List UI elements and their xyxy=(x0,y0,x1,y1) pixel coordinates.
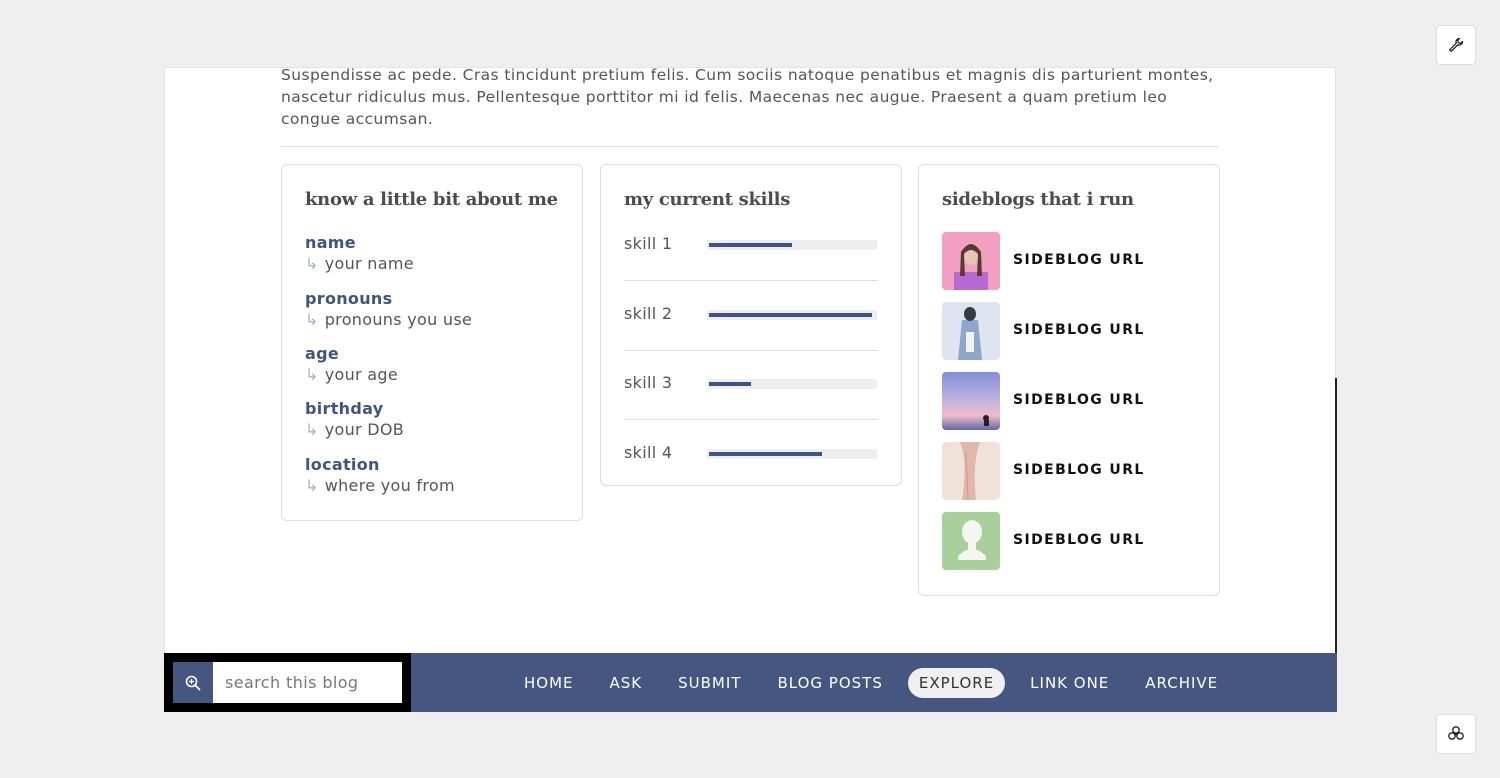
sideblog-link[interactable]: SIDEBLOG URL xyxy=(1013,322,1145,338)
arrow-icon: ↳ xyxy=(305,420,319,439)
search-box xyxy=(164,653,411,712)
skill-bar-fill xyxy=(709,382,751,386)
sideblog-thumbnail[interactable] xyxy=(942,232,1000,290)
skill-divider xyxy=(624,350,878,351)
intro-paragraph: Suspendisse ac pede. Cras tincidunt pret… xyxy=(281,66,1214,128)
skill-bar xyxy=(707,449,877,459)
arrow-icon: ↳ xyxy=(305,476,319,495)
field-value-text: your age xyxy=(324,365,398,384)
field-label: location xyxy=(305,455,380,474)
nav-submit[interactable]: SUBMIT xyxy=(678,674,741,692)
arrow-icon: ↳ xyxy=(305,365,319,384)
nav-blog-posts[interactable]: BLOG POSTS xyxy=(777,674,882,692)
wrench-icon[interactable] xyxy=(1436,25,1476,65)
page-edge-line xyxy=(1335,378,1337,654)
divider xyxy=(281,146,1219,147)
settings-icon[interactable] xyxy=(1436,714,1476,754)
sideblogs-card-title: sideblogs that i run xyxy=(942,189,1134,210)
arrow-icon: ↳ xyxy=(305,310,319,329)
field-label: age xyxy=(305,344,340,363)
field-value: ↳ where you from xyxy=(305,476,455,495)
sideblog-thumbnail[interactable] xyxy=(942,302,1000,360)
field-label: pronouns xyxy=(305,289,393,308)
skill-name: skill 2 xyxy=(624,304,673,323)
search-input[interactable] xyxy=(213,662,402,703)
field-label: birthday xyxy=(305,399,384,418)
about-field-age: age ↳ your age xyxy=(305,344,398,384)
sideblog-item[interactable]: SIDEBLOG URL xyxy=(942,372,1202,432)
nav-ask[interactable]: ASK xyxy=(610,674,643,692)
skill-bar-fill xyxy=(709,243,792,247)
sideblog-link[interactable]: SIDEBLOG URL xyxy=(1013,252,1145,268)
skill-name: skill 4 xyxy=(624,443,673,462)
field-value-text: where you from xyxy=(324,476,455,495)
skills-card: my current skills skill 1 skill 2 skill … xyxy=(600,164,902,486)
about-field-name: name ↳ your name xyxy=(305,233,414,273)
page-container: Suspendisse ac pede. Cras tincidunt pret… xyxy=(164,66,1336,653)
skill-divider xyxy=(624,419,878,420)
nav-explore[interactable]: EXPLORE xyxy=(907,667,1006,698)
skill-row: skill 3 xyxy=(624,373,878,443)
skill-bar xyxy=(707,379,877,389)
sideblog-thumbnail[interactable] xyxy=(942,372,1000,430)
skill-bar-fill xyxy=(709,452,822,456)
about-card: know a little bit about me name ↳ your na… xyxy=(281,164,583,521)
skill-bar xyxy=(707,240,877,250)
sideblog-item[interactable]: SIDEBLOG URL xyxy=(942,302,1202,362)
sideblog-thumbnail[interactable] xyxy=(942,442,1000,500)
skills-card-title: my current skills xyxy=(624,189,791,210)
field-value: ↳ your DOB xyxy=(305,420,404,439)
skill-row: skill 1 xyxy=(624,234,878,304)
sideblogs-card: sideblogs that i run SIDEBLOG URL SIDEBL… xyxy=(918,164,1220,596)
sideblog-item[interactable]: SIDEBLOG URL xyxy=(942,442,1202,502)
arrow-icon: ↳ xyxy=(305,254,319,273)
nav-home[interactable]: HOME xyxy=(524,674,574,692)
sideblog-link[interactable]: SIDEBLOG URL xyxy=(1013,532,1145,548)
sideblog-item[interactable]: SIDEBLOG URL xyxy=(942,232,1202,292)
bottom-navbar: HOME ASK SUBMIT BLOG POSTS EXPLORE LINK … xyxy=(164,653,1337,712)
about-field-birthday: birthday ↳ your DOB xyxy=(305,399,404,439)
skill-name: skill 1 xyxy=(624,234,673,253)
skill-row: skill 4 xyxy=(624,443,878,513)
field-value: ↳ pronouns you use xyxy=(305,310,472,329)
field-value: ↳ your name xyxy=(305,254,414,273)
sideblog-link[interactable]: SIDEBLOG URL xyxy=(1013,392,1145,408)
about-field-pronouns: pronouns ↳ pronouns you use xyxy=(305,289,472,329)
skill-row: skill 2 xyxy=(624,304,878,374)
nav-archive[interactable]: ARCHIVE xyxy=(1145,674,1218,692)
about-card-title: know a little bit about me xyxy=(305,189,558,210)
field-value-text: pronouns you use xyxy=(324,310,473,329)
skill-name: skill 3 xyxy=(624,373,673,392)
field-value-text: your name xyxy=(324,254,414,273)
skill-bar-fill xyxy=(709,313,872,317)
sideblog-link[interactable]: SIDEBLOG URL xyxy=(1013,462,1145,478)
skill-divider xyxy=(624,280,878,281)
skill-bar xyxy=(707,310,877,320)
field-value-text: your DOB xyxy=(324,420,405,439)
field-value: ↳ your age xyxy=(305,365,398,384)
zoom-in-icon[interactable] xyxy=(173,662,213,703)
nav-link-one[interactable]: LINK ONE xyxy=(1030,674,1109,692)
field-label: name xyxy=(305,233,356,252)
about-field-location: location ↳ where you from xyxy=(305,455,455,495)
nav-links: HOME ASK SUBMIT BLOG POSTS EXPLORE LINK … xyxy=(524,653,1254,712)
sideblog-item[interactable]: SIDEBLOG URL xyxy=(942,512,1202,572)
sideblog-thumbnail[interactable] xyxy=(942,512,1000,570)
